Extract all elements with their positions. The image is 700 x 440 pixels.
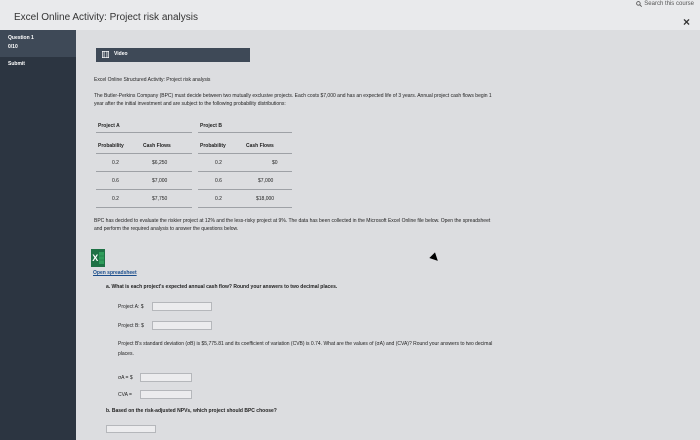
divider	[96, 132, 192, 133]
close-icon[interactable]: ×	[683, 16, 690, 28]
project-a-header: Project A	[98, 123, 120, 129]
table-cell: 0.2	[215, 196, 222, 202]
para2-line-1: BPC has decided to evaluate the riskier …	[94, 218, 491, 224]
question-sidebar: Question 1 0/10 Submit	[0, 30, 76, 440]
window-title: Excel Online Activity: Project risk anal…	[14, 12, 198, 23]
svg-text:X: X	[92, 253, 98, 263]
divider	[198, 153, 292, 154]
table-cell: 0.6	[215, 178, 222, 184]
activity-title: Excel Online Structured Activity: Projec…	[94, 77, 211, 83]
mouse-cursor-icon	[429, 252, 441, 264]
table-cell: 0.2	[112, 160, 119, 166]
video-button[interactable]: Video	[96, 48, 250, 62]
open-spreadsheet-link[interactable]: Open spreadsheet	[93, 270, 137, 276]
divider	[96, 207, 192, 208]
top-bar: Excel Online Activity: Project risk anal…	[0, 0, 700, 30]
divider	[96, 153, 192, 154]
video-icon	[102, 51, 109, 58]
sd-question-line-2: places.	[118, 351, 134, 357]
sd-question-line-1: Project B's standard deviation (σB) is $…	[118, 341, 493, 347]
table-cell: $18,000	[256, 196, 275, 202]
excel-icon[interactable]: X	[91, 249, 105, 267]
sigma-a-label: σA = $	[118, 375, 133, 381]
question-b-select[interactable]	[106, 425, 156, 433]
table-cell: $6,250	[152, 160, 168, 166]
table-cell: 0.6	[112, 178, 119, 184]
question-b-prompt: b. Based on the risk-adjusted NPVs, whic…	[106, 408, 277, 414]
project-b-header: Project B	[200, 123, 222, 129]
project-b-answer-input[interactable]	[152, 321, 212, 330]
question-content: Video Excel Online Structured Activity: …	[76, 30, 700, 440]
divider	[198, 207, 292, 208]
video-label: Video	[114, 51, 128, 57]
divider	[198, 132, 292, 133]
table-cell: $7,750	[152, 196, 168, 202]
question-tab[interactable]: Question 1 0/10	[0, 30, 76, 57]
divider	[198, 189, 292, 190]
project-a-answer-input[interactable]	[152, 302, 212, 311]
cv-a-label: CVA =	[118, 392, 132, 398]
project-b-answer-label: Project B: $	[118, 323, 144, 329]
table-cell: 0.2	[112, 196, 119, 202]
col-cash-flows-b: Cash Flows	[246, 143, 274, 149]
divider	[198, 171, 292, 172]
project-a-answer-label: Project A: $	[118, 304, 144, 310]
question-label: Question 1	[8, 35, 34, 41]
search-label: Search this course	[644, 1, 694, 7]
col-cash-flows-a: Cash Flows	[143, 143, 171, 149]
table-cell: 0.2	[215, 160, 222, 166]
intro-line-2: year after the initial investment and ar…	[94, 101, 286, 107]
table-cell: $7,000	[152, 178, 168, 184]
para2-line-2: and perform the required analysis to ans…	[94, 226, 239, 232]
question-score: 0/10	[8, 44, 18, 50]
table-cell: $7,000	[258, 178, 274, 184]
search-link[interactable]: Search this course	[636, 1, 694, 7]
divider	[96, 189, 192, 190]
submit-button[interactable]: Submit	[8, 61, 25, 67]
cv-a-input[interactable]	[140, 390, 192, 399]
divider	[96, 171, 192, 172]
table-cell: $0	[272, 160, 278, 166]
search-icon	[636, 1, 643, 7]
sigma-a-input[interactable]	[140, 373, 192, 382]
question-a-prompt: a. What is each project's expected annua…	[106, 284, 338, 290]
col-probability-b: Probability	[200, 143, 226, 149]
intro-line-1: The Butler-Perkins Company (BPC) must de…	[94, 93, 492, 99]
col-probability-a: Probability	[98, 143, 124, 149]
